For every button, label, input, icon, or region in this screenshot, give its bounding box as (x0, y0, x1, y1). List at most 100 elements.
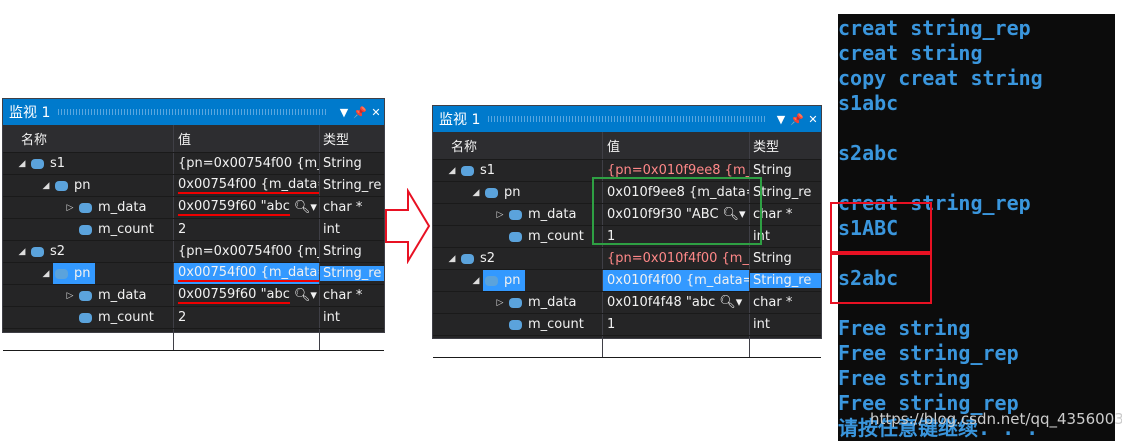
pin-icon[interactable]: 📌 (352, 106, 368, 119)
close-icon[interactable]: ✕ (805, 113, 821, 126)
watch-row[interactable]: ◢ pn 0x00754f00 {m_data= String_re (3, 263, 384, 285)
highlight-s2abc (830, 253, 932, 304)
var-type: int (323, 310, 340, 325)
expand-toggle[interactable]: ▷ (63, 203, 77, 213)
magnifier-icon[interactable]: 🔍︎▾ (294, 288, 317, 303)
expand-toggle[interactable]: ◢ (469, 188, 483, 198)
watch-row[interactable]: ◢ s2 {pn=0x00754f00 {m_d String (3, 241, 384, 263)
watch-row[interactable]: ◢ pn 0x010f4f00 {m_data= String_re (433, 270, 821, 292)
var-value[interactable]: 0x010f4f48 "abc (607, 295, 715, 310)
var-name: m_data (528, 295, 577, 310)
dropdown-icon[interactable]: ▼ (773, 113, 789, 126)
drag-grip[interactable] (58, 109, 328, 115)
console-line: creat string (838, 41, 983, 65)
watch-row[interactable]: m_count 2 int (3, 219, 384, 241)
expand-toggle[interactable]: ◢ (39, 269, 53, 279)
close-icon[interactable]: ✕ (368, 106, 384, 119)
watch-row[interactable]: ▷ m_data 0x010f4f48 "abc 🔍︎▾ char * (433, 292, 821, 314)
empty-row[interactable] (433, 336, 821, 358)
watch-row[interactable]: ◢ s1 {pn=0x00754f00 {m_d String (3, 153, 384, 175)
var-value[interactable]: {pn=0x010f4f00 {m_d (607, 251, 749, 266)
column-headers: 名称值类型 (433, 132, 821, 160)
member-icon (509, 209, 522, 220)
dropdown-icon[interactable]: ▼ (336, 106, 352, 119)
watch-row[interactable]: ▷ m_data 0x00759f60 "abc 🔍︎▾ char * (3, 197, 384, 219)
watermark: https://blog.csdn.net/qq_43560037 (870, 410, 1122, 428)
expand-toggle[interactable]: ▷ (493, 210, 507, 220)
member-icon (79, 312, 92, 323)
watch-row[interactable]: ◢ s2 {pn=0x010f4f00 {m_d String (433, 248, 821, 270)
var-name: m_count (98, 310, 154, 325)
empty-row[interactable] (3, 329, 384, 351)
member-icon (485, 275, 498, 286)
var-value[interactable]: {pn=0x00754f00 {m_d (178, 156, 319, 171)
member-icon (509, 319, 522, 330)
var-value[interactable]: 2 (178, 222, 186, 237)
expand-toggle[interactable]: ◢ (39, 181, 53, 191)
var-type: int (753, 317, 770, 332)
var-value[interactable]: 0x00759f60 "abc (178, 199, 290, 216)
member-icon (485, 187, 498, 198)
var-name: m_data (528, 207, 577, 222)
header-name[interactable]: 名称 (3, 125, 174, 152)
var-value[interactable]: 0x00754f00 {m_data= (178, 177, 319, 194)
var-name: s1 (480, 163, 496, 178)
watch-row[interactable]: m_count 2 int (3, 307, 384, 329)
magnifier-icon[interactable]: 🔍︎▾ (719, 295, 742, 310)
highlight-s1ABC (830, 202, 932, 253)
var-type: String_re (750, 273, 821, 288)
console-line: Free string_rep (838, 341, 1019, 365)
expand-toggle[interactable]: ▷ (493, 298, 507, 308)
watch-row[interactable]: ▷ m_data 0x00759f60 "abc 🔍︎▾ char * (3, 285, 384, 307)
header-type[interactable]: 类型 (320, 129, 384, 148)
var-type: String (753, 163, 792, 178)
var-name: s2 (50, 244, 66, 259)
var-type: char * (753, 295, 793, 310)
var-value[interactable]: 0x00754f00 {m_data= (178, 265, 319, 282)
console-line: creat string_rep (838, 16, 1031, 40)
var-type: char * (323, 200, 363, 215)
expand-toggle[interactable]: ◢ (15, 247, 29, 257)
var-type: int (323, 222, 340, 237)
watch-row[interactable]: m_count 1 int (433, 314, 821, 336)
header-value[interactable]: 值 (603, 132, 750, 159)
var-name: m_count (528, 229, 584, 244)
object-icon (461, 253, 474, 264)
var-name: s2 (480, 251, 496, 266)
var-name: m_data (98, 288, 147, 303)
arrow-icon (385, 188, 431, 264)
header-type[interactable]: 类型 (750, 136, 821, 155)
drag-grip[interactable] (488, 116, 765, 122)
var-value[interactable]: 1 (607, 317, 615, 332)
expand-toggle[interactable]: ▷ (63, 291, 77, 301)
header-name[interactable]: 名称 (433, 132, 603, 159)
panel-title: 监视 1 (9, 105, 51, 121)
object-icon (31, 246, 44, 257)
console-line: s2abc (838, 141, 899, 165)
var-name: m_count (98, 222, 154, 237)
expand-toggle[interactable]: ◢ (445, 254, 459, 264)
watch-panel-before: 监视 1 ▼ 📌 ✕ 名称值类型 ◢ s1 {pn=0x00754f00 {m_d String… (2, 98, 385, 351)
var-value[interactable]: 2 (178, 310, 186, 325)
highlight-box (592, 177, 762, 245)
header-value[interactable]: 值 (174, 125, 320, 152)
var-type: String (323, 244, 362, 259)
expand-toggle[interactable]: ◢ (15, 159, 29, 169)
console-line: s1abc (838, 91, 899, 115)
expand-toggle[interactable]: ◢ (469, 276, 483, 286)
var-value[interactable]: {pn=0x00754f00 {m_d (178, 244, 319, 259)
var-name: m_count (528, 317, 584, 332)
var-value[interactable]: 0x00759f60 "abc (178, 287, 290, 304)
var-type: String (323, 156, 362, 171)
member-icon (55, 268, 68, 279)
watch-row[interactable]: ◢ pn 0x00754f00 {m_data= String_re (3, 175, 384, 197)
var-type: String_re (323, 178, 382, 193)
pin-icon[interactable]: 📌 (789, 113, 805, 126)
var-value[interactable]: 0x010f4f00 {m_data= (607, 273, 749, 288)
expand-toggle[interactable]: ◢ (445, 166, 459, 176)
magnifier-icon[interactable]: 🔍︎▾ (294, 200, 317, 215)
console-line: Free string (838, 316, 971, 340)
var-value[interactable]: {pn=0x010f9ee8 {m_d (607, 163, 749, 178)
